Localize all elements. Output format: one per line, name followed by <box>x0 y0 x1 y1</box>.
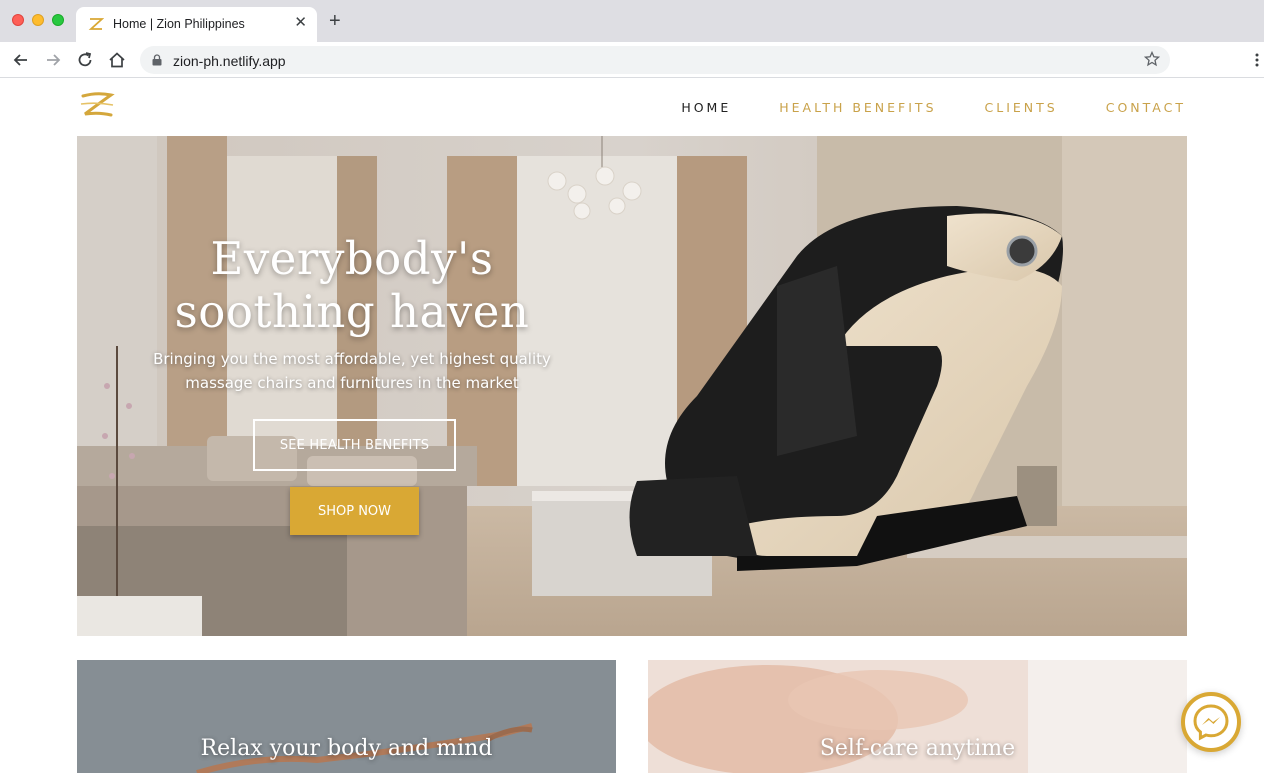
forward-icon[interactable] <box>43 50 63 70</box>
hero-subtitle: Bringing you the most affordable, yet hi… <box>117 347 587 395</box>
browser-toolbar: zion-ph.netlify.app <box>0 42 1264 78</box>
nav-home[interactable]: HOME <box>681 100 731 115</box>
hero-banner: Everybody's soothing haven Bringing you … <box>77 136 1187 636</box>
back-icon[interactable] <box>11 50 31 70</box>
bookmark-star-icon[interactable] <box>1144 51 1160 67</box>
messenger-chat-button[interactable] <box>1181 692 1241 752</box>
minimize-window-button[interactable] <box>32 14 44 26</box>
browser-menu-icon[interactable] <box>1252 52 1262 68</box>
hero-title: Everybody's soothing haven <box>137 232 567 338</box>
browser-tab[interactable]: Home | Zion Philippines ✕ <box>76 7 317 42</box>
maximize-window-button[interactable] <box>52 14 64 26</box>
feature-card-relax[interactable]: Relax your body and mind <box>77 660 616 773</box>
close-window-button[interactable] <box>12 14 24 26</box>
hero-title-line-2: soothing haven <box>174 285 530 338</box>
nav-contact[interactable]: CONTACT <box>1106 100 1186 115</box>
card-title-self-care: Self-care anytime <box>819 736 1016 761</box>
url-text: zion-ph.netlify.app <box>173 53 286 69</box>
lock-icon <box>152 54 162 66</box>
browser-titlebar: Home | Zion Philippines ✕ + <box>0 0 1264 42</box>
shop-now-button[interactable]: SHOP NOW <box>290 487 419 535</box>
hero-subtitle-line-2: massage chairs and furnitures in the mar… <box>185 374 519 392</box>
main-nav: HOME HEALTH BENEFITS CLIENTS CONTACT <box>633 100 1186 115</box>
card-title-relax: Relax your body and mind <box>200 736 493 761</box>
close-tab-icon[interactable]: ✕ <box>294 14 307 32</box>
tab-title: Home | Zion Philippines <box>113 17 245 31</box>
new-tab-icon[interactable]: + <box>329 11 341 31</box>
messenger-icon <box>1193 704 1229 741</box>
feature-card-self-care[interactable]: Self-care anytime <box>648 660 1187 773</box>
hero-title-line-1: Everybody's <box>210 232 494 285</box>
site-logo[interactable] <box>77 90 117 122</box>
reload-icon[interactable] <box>75 50 95 70</box>
z-logo-icon <box>88 18 104 30</box>
home-icon[interactable] <box>107 50 127 70</box>
see-health-benefits-button[interactable]: SEE HEALTH BENEFITS <box>253 419 456 471</box>
nav-clients[interactable]: CLIENTS <box>985 100 1058 115</box>
address-bar[interactable]: zion-ph.netlify.app <box>140 46 1170 74</box>
hero-subtitle-line-1: Bringing you the most affordable, yet hi… <box>153 350 551 368</box>
nav-health-benefits[interactable]: HEALTH BENEFITS <box>779 100 936 115</box>
